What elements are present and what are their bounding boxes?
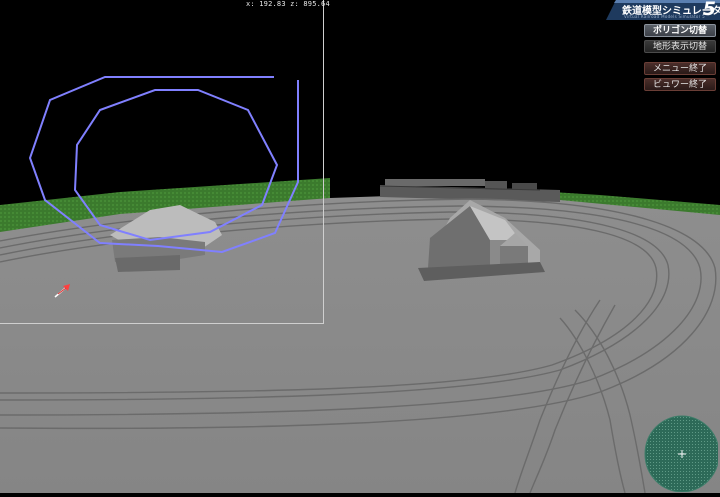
- viewer-exit-button[interactable]: ビュワー終了: [644, 78, 716, 91]
- player-marker-icon: [54, 284, 70, 298]
- minimap-panel[interactable]: [0, 0, 324, 324]
- terrain-toggle-button[interactable]: 地形表示切替: [644, 40, 716, 53]
- minimap-track-outline: [28, 76, 299, 254]
- app-logo: 鉄道模型シミュレーター 5 Virtual Railroad Models Si…: [602, 0, 720, 20]
- polygon-toggle-button[interactable]: ポリゴン切替: [644, 24, 716, 37]
- radar-joystick[interactable]: [644, 414, 720, 493]
- side-menu: ポリゴン切替 地形表示切替 メニュー終了 ビュワー終了: [644, 24, 716, 94]
- coordinate-readout: x: 192.83 z: 895.64: [246, 0, 330, 8]
- app-subtitle: Virtual Railroad Models Simulator 5: [624, 14, 705, 19]
- menu-exit-button[interactable]: メニュー終了: [644, 62, 716, 75]
